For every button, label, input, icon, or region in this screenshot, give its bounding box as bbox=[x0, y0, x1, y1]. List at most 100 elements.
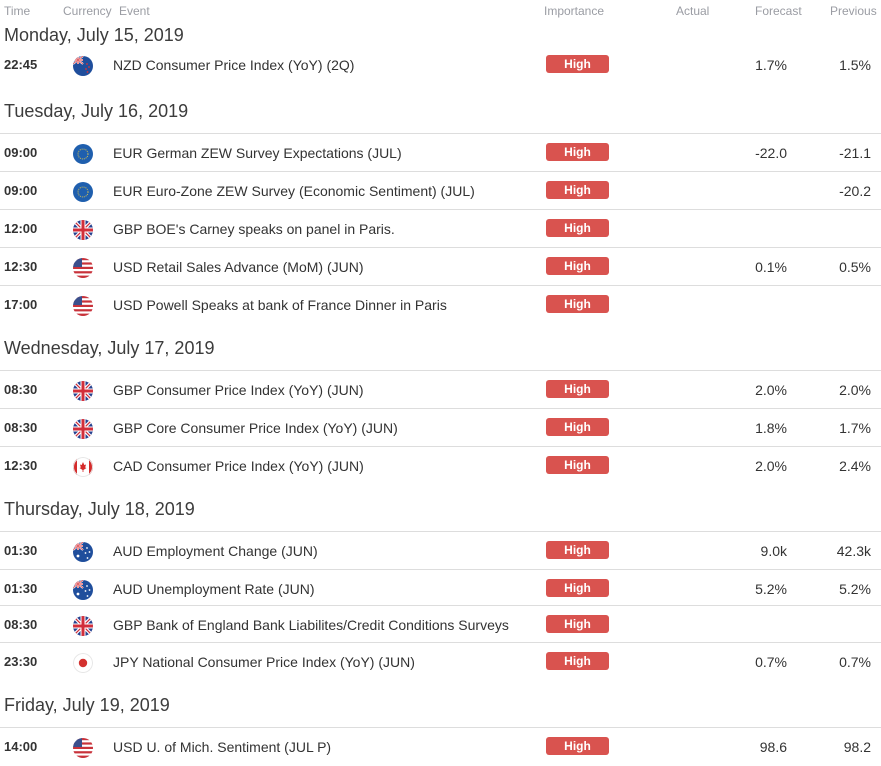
event-row[interactable]: 17:00 USD Powell Speaks at bank of France… bbox=[0, 285, 881, 324]
event-time: 09:00 bbox=[4, 183, 38, 198]
ca-flag-icon bbox=[73, 457, 93, 477]
event-time: 12:30 bbox=[4, 458, 38, 473]
importance-badge: High bbox=[546, 541, 609, 559]
header-importance: Importance bbox=[544, 4, 605, 18]
header-forecast: Forecast bbox=[755, 4, 802, 18]
importance-badge: High bbox=[546, 257, 609, 275]
event-time: 08:30 bbox=[4, 617, 38, 632]
importance-badge: High bbox=[546, 418, 609, 436]
us-flag-icon bbox=[73, 296, 93, 316]
event-time: 12:30 bbox=[4, 259, 38, 274]
day-heading: Tuesday, July 16, 2019 bbox=[4, 101, 189, 121]
table-header: Time Currency Event Importance Actual Fo… bbox=[0, 0, 881, 22]
forecast-value: 5.2% bbox=[755, 581, 787, 597]
forecast-value: -22.0 bbox=[755, 145, 787, 161]
event-row[interactable]: 09:00 EUR Euro-Zone ZEW Survey (Economic … bbox=[0, 171, 881, 210]
event-time: 14:00 bbox=[4, 739, 38, 754]
previous-value: 42.3k bbox=[836, 543, 871, 559]
previous-value: 2.4% bbox=[839, 458, 871, 474]
previous-value: 5.2% bbox=[839, 581, 871, 597]
header-time: Time bbox=[4, 4, 31, 18]
uk-flag-icon bbox=[73, 381, 93, 401]
event-title[interactable]: GBP BOE's Carney speaks on panel in Pari… bbox=[113, 221, 395, 237]
event-title[interactable]: GBP Consumer Price Index (YoY) (JUN) bbox=[113, 382, 364, 398]
event-title[interactable]: AUD Unemployment Rate (JUN) bbox=[113, 581, 315, 597]
importance-badge: High bbox=[546, 55, 609, 73]
event-row[interactable]: 09:00 EUR German ZEW Survey Expectations … bbox=[0, 133, 881, 172]
event-title[interactable]: NZD Consumer Price Index (YoY) (2Q) bbox=[113, 57, 354, 73]
event-title[interactable]: USD Retail Sales Advance (MoM) (JUN) bbox=[113, 259, 364, 275]
event-title[interactable]: USD U. of Mich. Sentiment (JUL P) bbox=[113, 739, 331, 755]
importance-badge: High bbox=[546, 219, 609, 237]
forecast-value: 0.1% bbox=[755, 259, 787, 275]
event-time: 01:30 bbox=[4, 581, 38, 596]
event-row[interactable]: 08:30 GBP Core Consumer Price Index (YoY)… bbox=[0, 408, 881, 447]
event-row[interactable]: 22:45 NZD Consumer Price Index (YoY) (2Q)… bbox=[0, 46, 881, 84]
previous-value: 0.5% bbox=[839, 259, 871, 275]
event-row[interactable]: 12:30 CAD Consumer Price Index (YoY) (JUN… bbox=[0, 446, 881, 485]
event-time: 09:00 bbox=[4, 145, 38, 160]
forecast-value: 9.0k bbox=[760, 543, 787, 559]
previous-value: 0.7% bbox=[839, 654, 871, 670]
importance-badge: High bbox=[546, 143, 609, 161]
event-time: 08:30 bbox=[4, 420, 38, 435]
event-title[interactable]: AUD Employment Change (JUN) bbox=[113, 543, 318, 559]
previous-value: 1.7% bbox=[839, 420, 871, 436]
importance-badge: High bbox=[546, 652, 609, 670]
event-time: 01:30 bbox=[4, 543, 38, 558]
uk-flag-icon bbox=[73, 419, 93, 439]
forecast-value: 2.0% bbox=[755, 382, 787, 398]
importance-badge: High bbox=[546, 579, 609, 597]
event-title[interactable]: USD Powell Speaks at bank of France Dinn… bbox=[113, 297, 447, 313]
importance-badge: High bbox=[546, 181, 609, 199]
event-title[interactable]: GBP Bank of England Bank Liabilites/Cred… bbox=[113, 617, 509, 633]
au-flag-icon bbox=[73, 542, 93, 562]
day-heading: Thursday, July 18, 2019 bbox=[4, 499, 195, 519]
jp-flag-icon bbox=[73, 653, 93, 673]
day-heading: Friday, July 19, 2019 bbox=[4, 695, 170, 715]
event-time: 23:30 bbox=[4, 654, 38, 669]
eu-flag-icon bbox=[73, 144, 93, 164]
day-heading: Wednesday, July 17, 2019 bbox=[4, 338, 215, 358]
event-row[interactable]: 08:30 GBP Bank of England Bank Liabilites… bbox=[0, 605, 881, 644]
importance-badge: High bbox=[546, 737, 609, 755]
nz-flag-icon bbox=[73, 56, 93, 76]
event-time: 08:30 bbox=[4, 382, 38, 397]
event-title[interactable]: EUR Euro-Zone ZEW Survey (Economic Senti… bbox=[113, 183, 475, 199]
previous-value: 2.0% bbox=[839, 382, 871, 398]
header-actual: Actual bbox=[676, 4, 710, 18]
event-title[interactable]: JPY National Consumer Price Index (YoY) … bbox=[113, 654, 415, 670]
previous-value: 98.2 bbox=[843, 739, 871, 755]
header-event: Event bbox=[119, 4, 150, 18]
forecast-value: 1.8% bbox=[755, 420, 787, 436]
forecast-value: 2.0% bbox=[755, 458, 787, 474]
day-heading: Monday, July 15, 2019 bbox=[4, 25, 184, 45]
event-row[interactable]: 12:00 GBP BOE's Carney speaks on panel in… bbox=[0, 209, 881, 248]
event-row[interactable]: 14:00 USD U. of Mich. Sentiment (JUL P) Hi… bbox=[0, 727, 881, 766]
event-row[interactable]: 01:30 AUD Employment Change (JUN) High 9.0k… bbox=[0, 531, 881, 570]
header-previous: Previous bbox=[830, 4, 877, 18]
previous-value: -21.1 bbox=[839, 145, 871, 161]
event-title[interactable]: GBP Core Consumer Price Index (YoY) (JUN… bbox=[113, 420, 398, 436]
forecast-value: 0.7% bbox=[755, 654, 787, 670]
event-row[interactable]: 12:30 USD Retail Sales Advance (MoM) (JUN… bbox=[0, 247, 881, 286]
us-flag-icon bbox=[73, 738, 93, 758]
header-currency: Currency bbox=[63, 4, 112, 18]
event-row[interactable]: 01:30 AUD Unemployment Rate (JUN) High 5.2%… bbox=[0, 569, 881, 608]
event-row[interactable]: 08:30 GBP Consumer Price Index (YoY) (JUN… bbox=[0, 370, 881, 409]
event-row[interactable]: 23:30 JPY National Consumer Price Index (… bbox=[0, 642, 881, 681]
uk-flag-icon bbox=[73, 220, 93, 240]
importance-badge: High bbox=[546, 456, 609, 474]
eu-flag-icon bbox=[73, 182, 93, 202]
previous-value: -20.2 bbox=[839, 183, 871, 199]
event-time: 12:00 bbox=[4, 221, 38, 236]
event-title[interactable]: EUR German ZEW Survey Expectations (JUL) bbox=[113, 145, 402, 161]
event-time: 22:45 bbox=[4, 57, 38, 72]
event-time: 17:00 bbox=[4, 297, 38, 312]
previous-value: 1.5% bbox=[839, 57, 871, 73]
forecast-value: 98.6 bbox=[759, 739, 787, 755]
forecast-value: 1.7% bbox=[755, 57, 787, 73]
event-title[interactable]: CAD Consumer Price Index (YoY) (JUN) bbox=[113, 458, 364, 474]
uk-flag-icon bbox=[73, 616, 93, 636]
us-flag-icon bbox=[73, 258, 93, 278]
